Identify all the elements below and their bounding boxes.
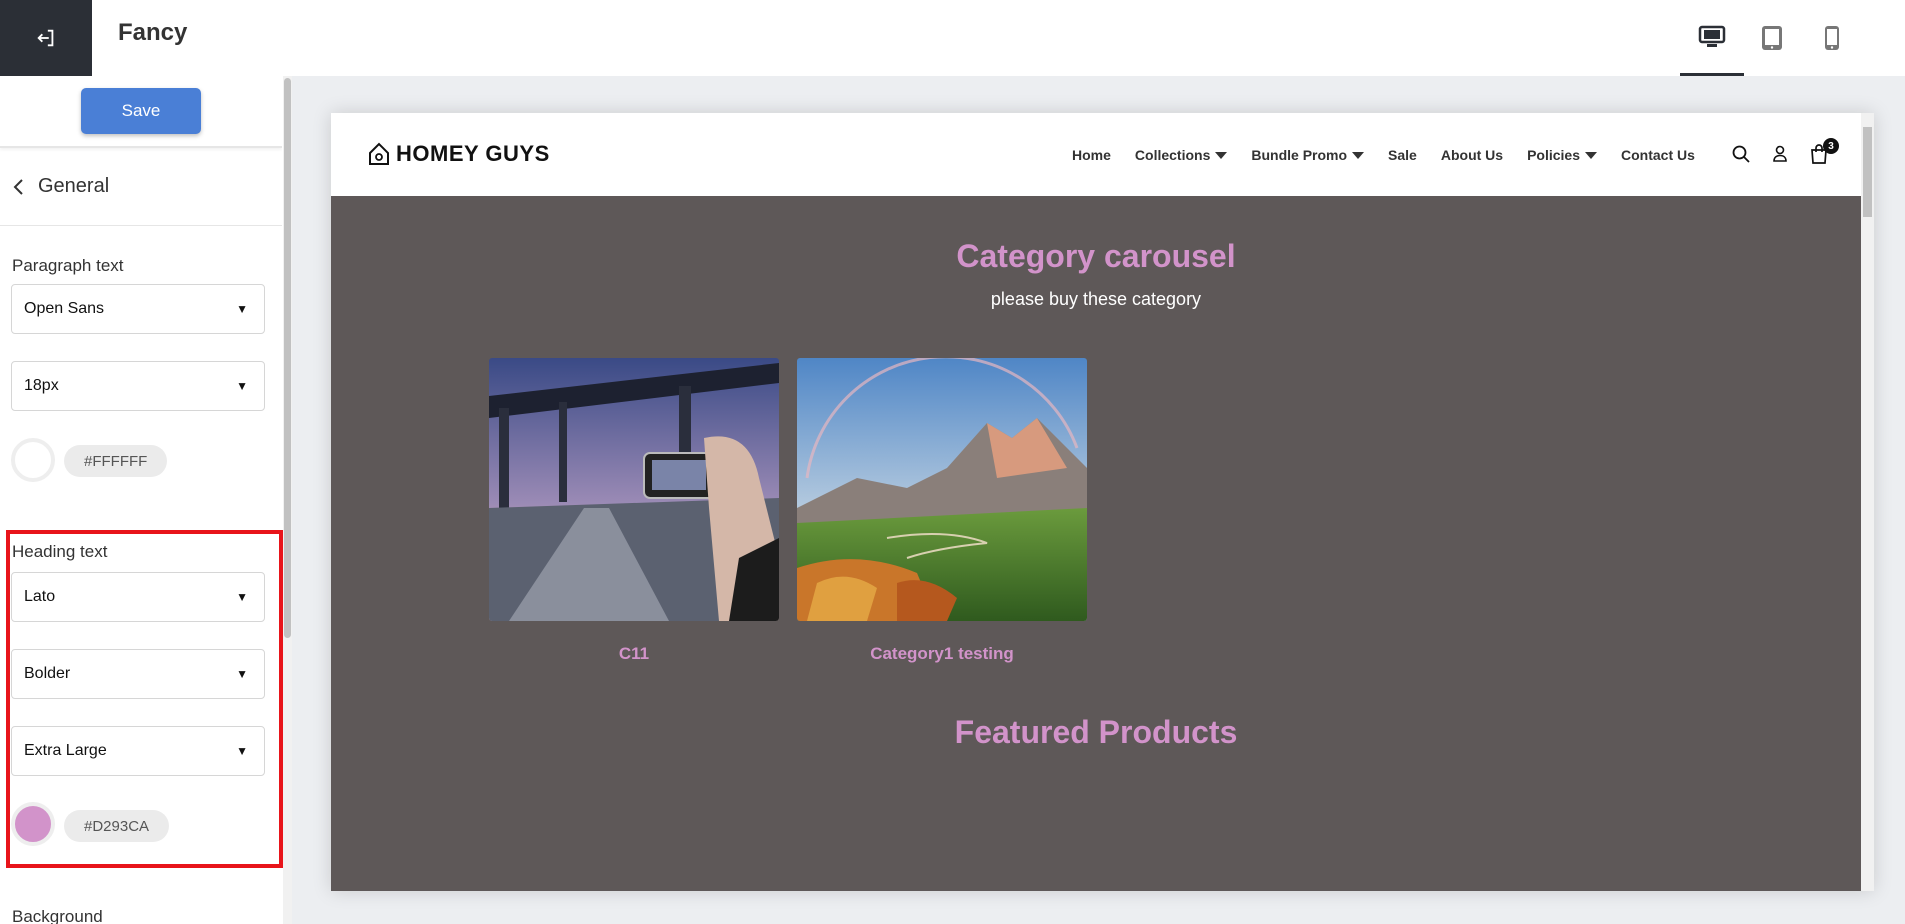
nav-label: Collections [1134, 147, 1211, 163]
nav-contact-us[interactable]: Contact Us [1621, 147, 1695, 163]
carousel-title: Category carousel [956, 238, 1236, 274]
highlight-box [6, 530, 283, 868]
nav-about-us[interactable]: About Us [1441, 147, 1503, 163]
nav-sale[interactable]: Sale [1388, 147, 1417, 163]
carousel-subtitle: please buy these category [990, 289, 1202, 309]
category-label-c11[interactable]: C11 [489, 644, 779, 664]
save-bar: Save [0, 76, 282, 148]
caret-down-icon [1352, 151, 1365, 159]
site-logo[interactable]: HOMEY GUYS [368, 141, 550, 167]
caret-down-icon [1215, 151, 1228, 159]
site-nav: Home Collections Bundle Promo Sale About… [1072, 147, 1719, 163]
nav-policies[interactable]: Policies [1527, 147, 1597, 163]
search-icon[interactable] [1732, 145, 1750, 163]
mountain-photo [797, 358, 1087, 621]
nav-home[interactable]: Home [1072, 147, 1111, 163]
nav-bundle-promo[interactable]: Bundle Promo [1251, 147, 1365, 163]
chevron-left-icon [13, 178, 23, 195]
caret-down-icon [1585, 151, 1597, 159]
tablet-icon [1762, 26, 1782, 50]
paragraph-label: Paragraph text [12, 256, 124, 275]
bridge-photo [489, 358, 779, 621]
mobile-icon [1825, 26, 1839, 50]
account-icon[interactable] [1772, 145, 1788, 163]
nav-collections[interactable]: Collections [1134, 147, 1228, 163]
desktop-view-button[interactable] [1680, 0, 1744, 76]
nav-label: Policies [1527, 147, 1580, 163]
featured-products-title: Featured Products [954, 714, 1238, 750]
cart-count-badge: 3 [1823, 138, 1839, 154]
nav-label: Home [1072, 147, 1111, 163]
nav-label: Contact Us [1621, 147, 1695, 163]
house-icon [369, 142, 389, 165]
dropdown-arrow-icon: ▼ [236, 302, 248, 316]
exit-icon [37, 29, 54, 47]
paragraph-font-select[interactable]: Open Sans ▼ [11, 284, 265, 334]
paragraph-font-value: Open Sans [24, 300, 105, 317]
nav-label: Sale [1388, 147, 1417, 163]
desktop-icon [1698, 25, 1726, 47]
preview-frame: HOMEY GUYS Home Collections Bundle Promo… [331, 113, 1874, 891]
section-title: General [38, 175, 110, 197]
sidebar-scrollbar-thumb[interactable] [284, 78, 291, 638]
top-bar: Fancy [0, 0, 1905, 76]
category-image-bridge[interactable] [489, 358, 779, 621]
background-label: Background [12, 907, 103, 924]
category-image-mountain[interactable] [797, 358, 1087, 621]
logo-text: HOMEY GUYS [396, 141, 550, 166]
exit-button[interactable] [0, 0, 92, 76]
paragraph-color-swatch[interactable] [11, 438, 55, 482]
nav-label: About Us [1440, 147, 1504, 163]
site-body: Category carousel please buy these categ… [331, 196, 1861, 891]
mobile-view-button[interactable] [1800, 0, 1864, 76]
tablet-view-button[interactable] [1740, 0, 1804, 76]
preview-scrollbar-thumb[interactable] [1863, 127, 1872, 217]
paragraph-size-value: 18px [24, 377, 59, 394]
back-to-general[interactable]: General [0, 148, 282, 226]
dropdown-arrow-icon: ▼ [236, 379, 248, 393]
paragraph-color-hex[interactable]: #FFFFFF [64, 445, 168, 477]
category-label-category1-testing[interactable]: Category1 testing [797, 644, 1087, 664]
app-title: Fancy [118, 19, 188, 46]
save-button[interactable]: Save [81, 88, 201, 134]
site-header: HOMEY GUYS Home Collections Bundle Promo… [331, 113, 1861, 196]
preview-scrollbar[interactable] [1861, 113, 1874, 891]
nav-label: Bundle Promo [1251, 147, 1348, 163]
sidebar-scrollbar[interactable] [283, 76, 292, 924]
paragraph-size-select[interactable]: 18px ▼ [11, 361, 265, 411]
